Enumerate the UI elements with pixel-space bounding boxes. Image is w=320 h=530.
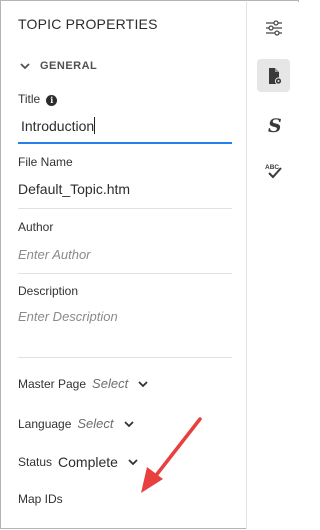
filename-field: Default_Topic.htm <box>18 181 232 209</box>
svg-text:S: S <box>268 115 282 136</box>
status-value: Complete <box>58 454 118 470</box>
master-page-dropdown[interactable]: Master Page Select <box>18 376 149 391</box>
filename-value: Default_Topic.htm <box>18 181 131 197</box>
topic-properties-icon <box>268 67 282 85</box>
status-label: Status <box>18 455 53 469</box>
chevron-down-icon <box>123 420 134 427</box>
style-icon: S <box>268 115 282 136</box>
chevron-down-icon <box>20 63 30 70</box>
title-label: Title <box>18 92 41 106</box>
properties-window: TOPIC PROPERTIES GENERAL Title i Introduc… <box>0 0 299 529</box>
text-caret <box>94 117 96 134</box>
description-input[interactable]: Enter Description <box>18 308 232 358</box>
sliders-button[interactable] <box>257 11 290 44</box>
author-input[interactable]: Enter Author <box>18 246 232 274</box>
style-button[interactable]: S <box>257 108 290 141</box>
general-section-toggle[interactable]: GENERAL <box>18 59 97 73</box>
panel-title: TOPIC PROPERTIES <box>18 16 158 32</box>
info-icon[interactable]: i <box>46 95 58 106</box>
side-toolbar: S ABC <box>246 2 299 529</box>
description-divider <box>18 357 232 358</box>
master-page-label: Master Page <box>18 376 87 391</box>
status-dropdown[interactable]: Status Complete <box>18 454 139 470</box>
sliders-icon <box>265 19 282 36</box>
title-input[interactable]: Introduction <box>18 112 232 144</box>
section-label-general: GENERAL <box>40 60 98 72</box>
spell-check-button[interactable]: ABC <box>257 154 290 187</box>
spell-check-icon-text: ABC <box>265 164 279 171</box>
language-value: Select <box>77 416 114 431</box>
chevron-down-icon <box>128 459 138 466</box>
spell-check-icon: ABC <box>265 164 282 178</box>
chevron-down-icon <box>138 380 148 387</box>
description-label: Description <box>18 284 79 298</box>
topic-properties-panel: TOPIC PROPERTIES GENERAL Title i Introduc… <box>2 2 246 529</box>
language-label: Language <box>18 416 72 431</box>
title-value: Introduction <box>21 118 95 134</box>
topic-properties-button[interactable] <box>257 59 290 92</box>
author-label: Author <box>18 220 54 234</box>
filename-label: File Name <box>18 155 73 169</box>
master-page-value: Select <box>92 376 129 391</box>
title-label-row: Title i <box>18 92 58 106</box>
map-ids-label: Map IDs <box>18 492 63 506</box>
author-placeholder: Enter Author <box>18 247 91 262</box>
language-dropdown[interactable]: Language Select <box>18 416 135 431</box>
description-placeholder: Enter Description <box>18 309 118 324</box>
